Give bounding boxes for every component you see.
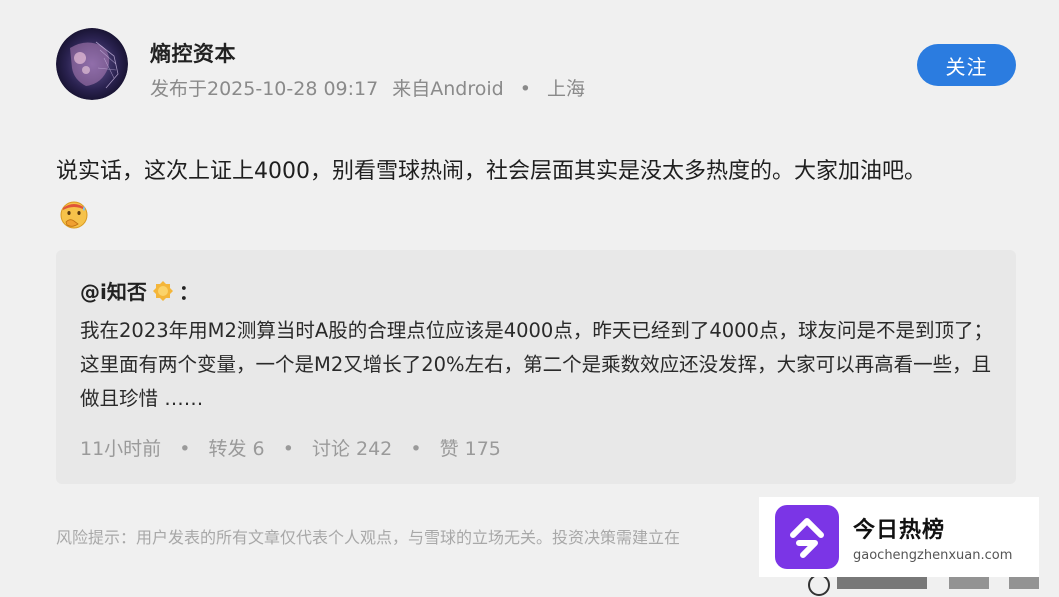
avatar[interactable] bbox=[56, 28, 128, 100]
repost-count[interactable]: 转发 6 bbox=[209, 438, 265, 460]
quote-text: 我在2023年用M2测算当时A股的合理点位应该是4000点，昨天已经到了4000… bbox=[80, 319, 993, 410]
stat-separator: • bbox=[282, 438, 294, 460]
post-source: 来自Android bbox=[392, 78, 504, 100]
verified-badge-icon bbox=[151, 279, 175, 303]
follow-button[interactable]: 关注 bbox=[917, 44, 1016, 86]
like-count[interactable]: 赞 175 bbox=[440, 438, 501, 460]
quote-author-name[interactable]: @i知否 bbox=[80, 276, 147, 305]
post-meta: 发布于2025-10-28 09:17 来自Android • 上海 bbox=[150, 74, 585, 101]
quote-colon: ： bbox=[178, 280, 199, 304]
quote-author: @i知否 ： bbox=[80, 276, 199, 305]
watermark-text: 今日热榜 gaochengzhenxuan.com bbox=[853, 512, 1012, 563]
watermark-banner: 今日热榜 gaochengzhenxuan.com bbox=[759, 497, 1039, 577]
quote-stats: 11小时前 • 转发 6 • 讨论 242 • 赞 175 bbox=[80, 434, 501, 461]
post-text: 说实话，这次上证上4000，别看雪球热闹，社会层面其实是没太多热度的。大家加油吧… bbox=[56, 159, 926, 184]
comment-count[interactable]: 讨论 242 bbox=[312, 438, 392, 460]
risk-disclaimer: 风险提示：用户发表的所有文章仅代表个人观点，与雪球的立场无关。投资决策需建立在 bbox=[56, 528, 681, 547]
watermark-title: 今日热榜 bbox=[853, 517, 946, 543]
sweating-emoji-icon bbox=[58, 198, 90, 230]
stat-separator: • bbox=[410, 438, 422, 460]
bottom-cutoff-strip bbox=[759, 577, 1059, 597]
stat-separator: • bbox=[179, 438, 191, 460]
quote-time: 11小时前 bbox=[80, 438, 162, 460]
watermark-logo-icon bbox=[775, 505, 839, 569]
quoted-post-card[interactable]: @i知否 ： 我在2023年用M2测算当时A股的合理点位应该是4000点，昨天已… bbox=[56, 250, 1016, 484]
publish-time: 发布于2025-10-28 09:17 bbox=[150, 78, 379, 100]
post-location: 上海 bbox=[547, 78, 586, 100]
meta-separator: • bbox=[519, 78, 531, 100]
watermark-url: gaochengzhenxuan.com bbox=[853, 547, 1013, 563]
author-name[interactable]: 熵控资本 bbox=[150, 38, 236, 68]
